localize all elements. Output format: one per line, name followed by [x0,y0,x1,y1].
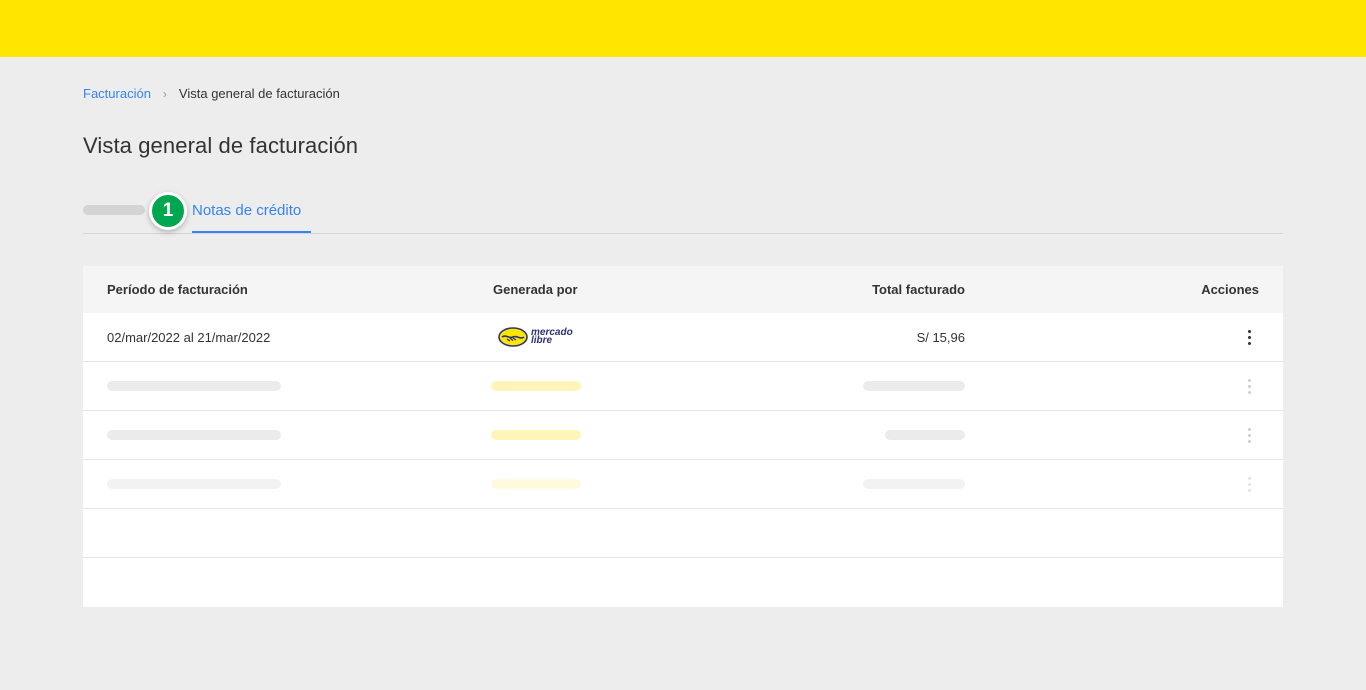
table-row-skeleton [83,411,1283,460]
mercado-libre-logo: mercado libre [498,327,573,347]
column-header-actions: Acciones [1201,282,1259,297]
kebab-menu-icon[interactable] [1239,325,1259,349]
kebab-menu-icon [1239,374,1259,398]
breadcrumb-current: Vista general de facturación [178,86,340,101]
generated-by-cell: mercado libre [493,313,573,361]
skeleton-bar [107,381,281,391]
actions-cell [1239,313,1259,361]
table-row-skeleton [83,362,1283,411]
skeleton-bar [491,430,581,440]
mercado-libre-wordmark: mercado libre [531,327,573,346]
table-row-empty [83,509,1283,558]
table-header: Período de facturación Generada por Tota… [83,266,1283,313]
table-row-skeleton [83,460,1283,509]
skeleton-bar [863,479,965,489]
skeleton-bar [491,479,581,489]
period-cell: 02/mar/2022 al 21/mar/2022 [107,329,271,345]
page-title: Vista general de facturación [83,133,359,158]
column-header-generated-by: Generada por [493,282,578,297]
table-row-empty [83,558,1283,607]
kebab-menu-icon [1239,423,1259,447]
table-row[interactable]: 02/mar/2022 al 21/mar/2022 mercado libre… [83,313,1283,362]
skeleton-bar [107,479,281,489]
skeleton-bar [491,381,581,391]
kebab-menu-icon [1239,472,1259,496]
tab-bar: 1 Notas de crédito [83,190,1283,234]
mercado-libre-handshake-icon [498,327,528,347]
skeleton-bar [885,430,965,440]
column-header-period: Período de facturación [107,282,248,297]
top-navigation-bar [0,0,1366,57]
column-header-total: Total facturado [872,282,965,297]
breadcrumb: Facturación › Vista general de facturaci… [83,86,340,101]
skeleton-bar [863,381,965,391]
total-cell: S/ 15,96 [916,329,965,345]
step-number-badge: 1 [149,192,187,230]
tab-placeholder[interactable] [83,205,145,215]
billing-table: Período de facturación Generada por Tota… [83,266,1283,607]
tab-notas-de-credito[interactable]: Notas de crédito [192,190,301,234]
tab-active-indicator [192,231,311,233]
breadcrumb-link-facturacion[interactable]: Facturación [83,86,151,101]
skeleton-bar [107,430,281,440]
chevron-right-icon: › [162,86,167,101]
